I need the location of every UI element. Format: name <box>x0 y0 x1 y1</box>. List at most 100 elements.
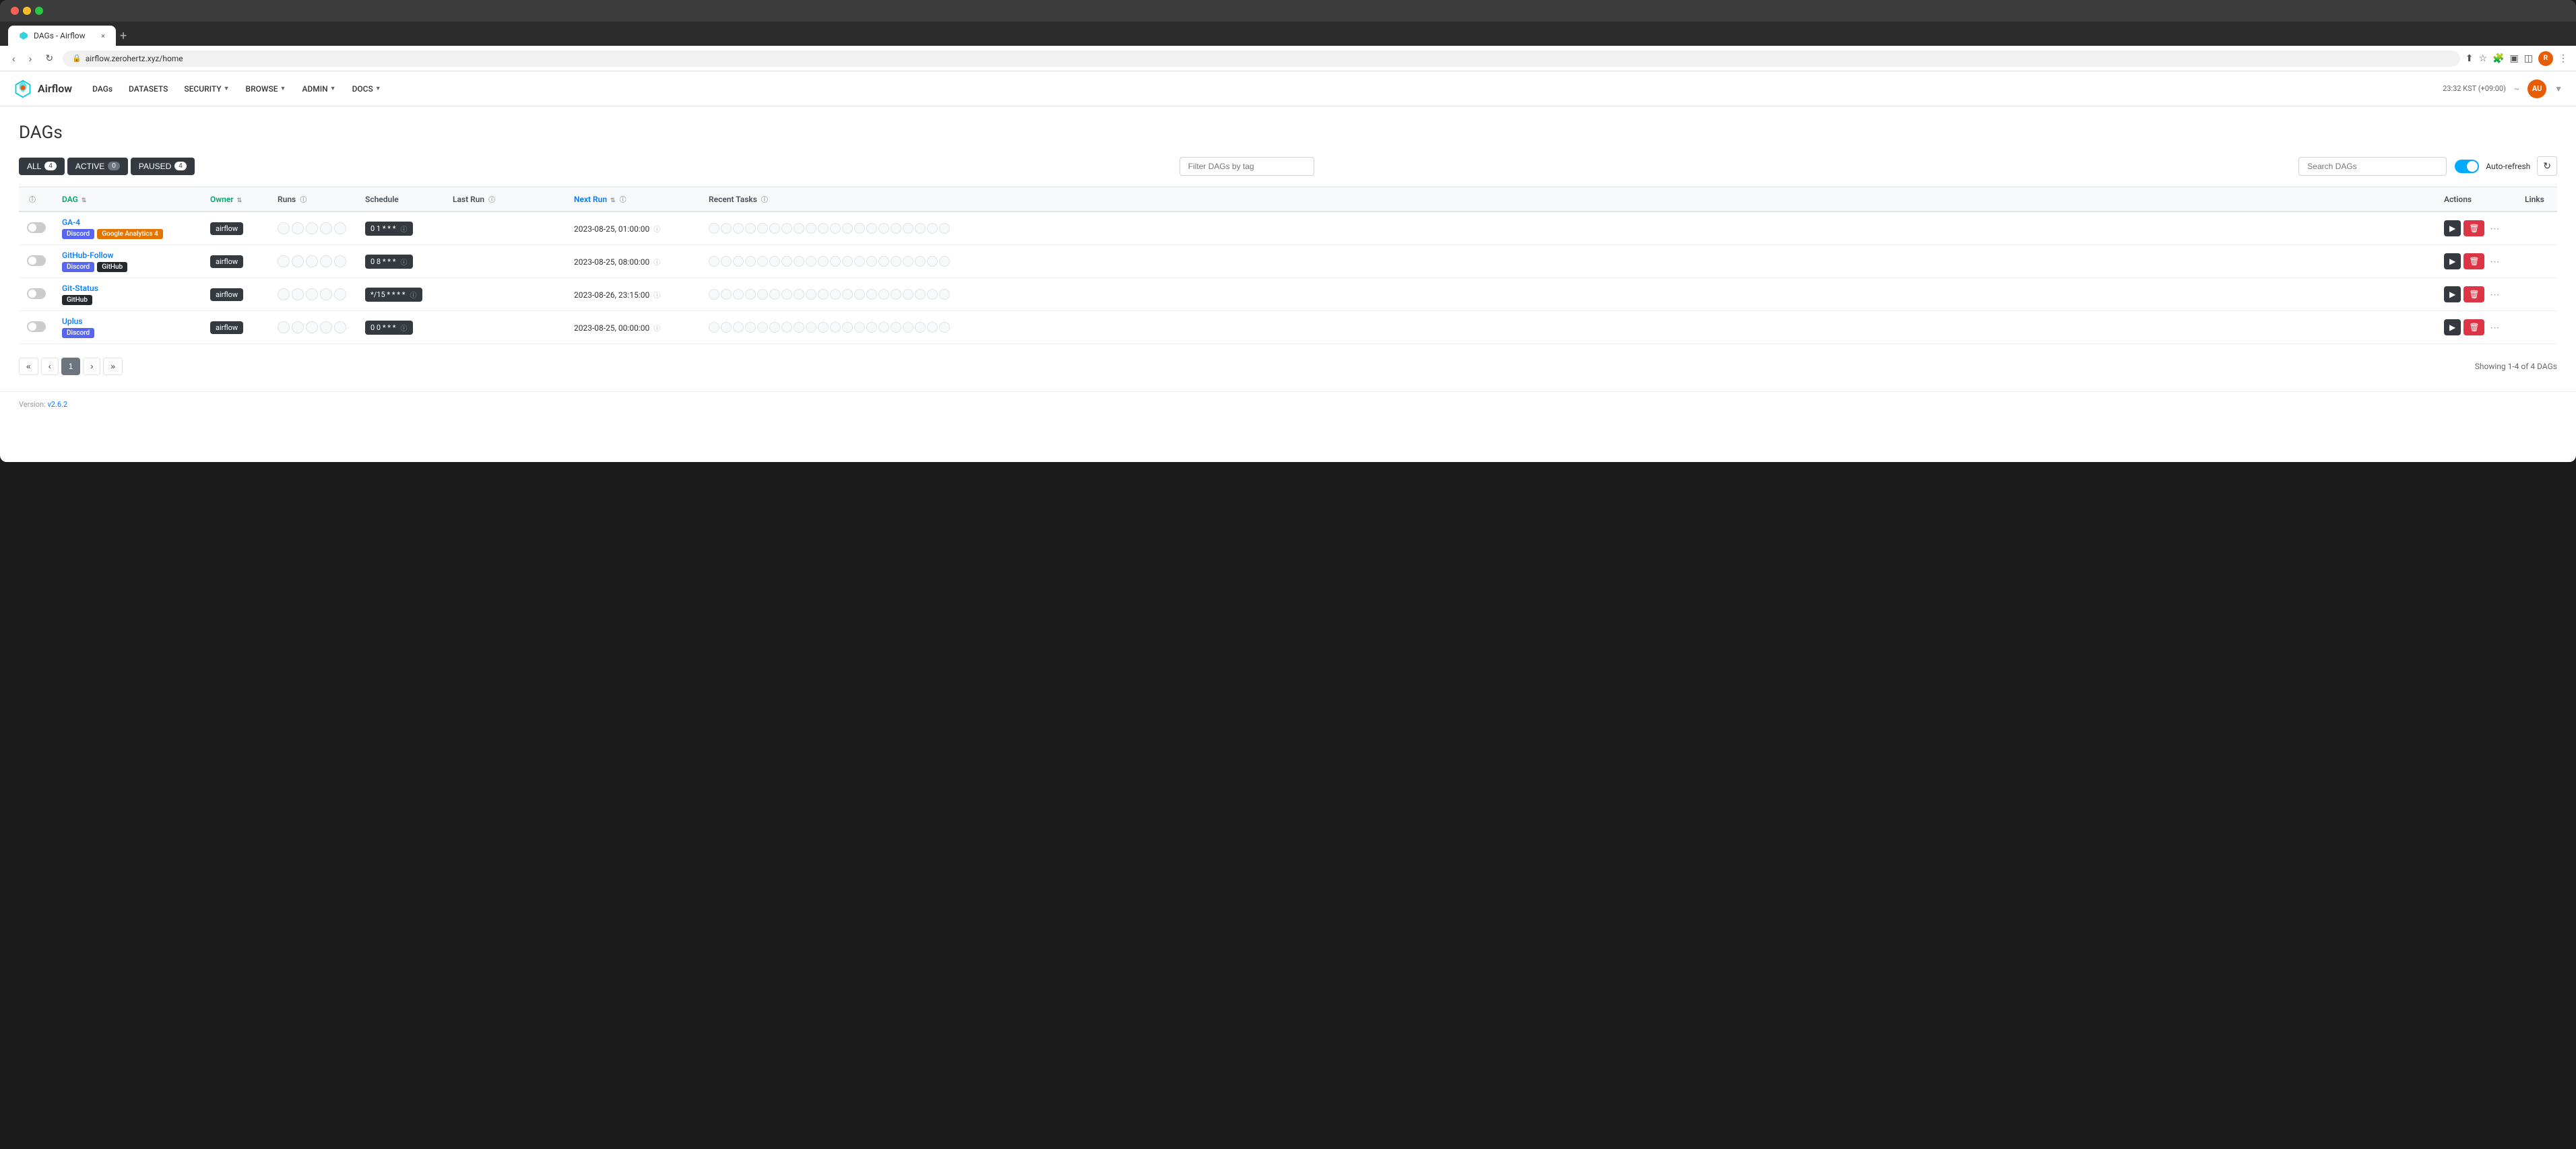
minimize-dot[interactable] <box>23 7 31 15</box>
user-avatar[interactable]: AU <box>2527 79 2546 98</box>
actions-cell: ▶ 🗑 ⋯ <box>2436 311 2517 344</box>
nav-datasets[interactable]: DATASETS <box>122 80 174 98</box>
nextrun-row-info-icon[interactable]: ⓘ <box>653 325 660 333</box>
more-button[interactable]: ⋯ <box>2487 289 2502 300</box>
run-circle <box>320 288 332 300</box>
dag-enable-toggle[interactable] <box>27 222 46 233</box>
dag-name-link[interactable]: Git-Status <box>62 284 194 293</box>
task-circle <box>757 223 768 234</box>
auto-refresh-toggle[interactable] <box>2455 160 2479 173</box>
filter-tab-all[interactable]: ALL 4 <box>19 158 65 175</box>
tag-discord[interactable]: Discord <box>62 229 94 239</box>
more-options-button[interactable]: ⋮ <box>2558 53 2568 64</box>
task-circle <box>709 289 719 300</box>
sidebar-button[interactable]: ◫ <box>2524 53 2533 64</box>
prev-page-button[interactable]: ‹ <box>41 358 59 375</box>
user-dropdown-arrow[interactable]: ▼ <box>2554 84 2563 94</box>
nextrun-row-info-icon[interactable]: ⓘ <box>653 226 660 234</box>
tag-github[interactable]: GitHub <box>97 262 127 272</box>
profile-avatar[interactable]: R <box>2538 51 2553 66</box>
next-page-button[interactable]: › <box>83 358 100 375</box>
version-link[interactable]: v2.6.2 <box>47 400 67 409</box>
toggle-knob <box>28 224 36 232</box>
more-button[interactable]: ⋯ <box>2487 322 2502 333</box>
nextrun-info-icon[interactable]: ⓘ <box>620 197 626 204</box>
play-button[interactable]: ▶ <box>2444 286 2461 302</box>
nextrun-row-info-icon[interactable]: ⓘ <box>653 292 660 300</box>
task-circle <box>842 289 853 300</box>
recenttasks-info-icon[interactable]: ⓘ <box>761 197 768 204</box>
reload-button[interactable]: ↻ <box>41 50 57 67</box>
schedule-info-icon[interactable]: ⓘ <box>401 257 408 267</box>
dag-name-link[interactable]: GitHub-Follow <box>62 251 194 260</box>
dag-enable-toggle[interactable] <box>27 255 46 266</box>
task-circle <box>721 322 732 333</box>
schedule-info-icon[interactable]: ⓘ <box>401 224 408 234</box>
task-circle <box>927 322 938 333</box>
last-page-button[interactable]: » <box>103 358 123 375</box>
search-input[interactable] <box>2298 157 2447 176</box>
delete-button[interactable]: 🗑 <box>2464 319 2484 335</box>
refresh-button[interactable]: ↻ <box>2537 156 2557 176</box>
url-text: airflow.zerohertz.xyz/home <box>86 54 183 63</box>
url-bar[interactable]: 🔒 airflow.zerohertz.xyz/home <box>63 51 2460 67</box>
tag-ga4[interactable]: Google Analytics 4 <box>97 229 163 239</box>
active-tab[interactable]: DAGs - Airflow × <box>8 26 116 46</box>
table-info-icon[interactable]: ⓘ <box>29 197 36 204</box>
th-owner[interactable]: Owner ⇅ <box>202 187 269 212</box>
task-circle <box>830 256 841 267</box>
nav-admin[interactable]: ADMIN ▼ <box>295 80 342 98</box>
th-dag[interactable]: DAG ⇅ <box>54 187 202 212</box>
recenttasks-cell <box>701 278 2436 311</box>
schedule-info-icon[interactable]: ⓘ <box>410 290 417 300</box>
tab-close-button[interactable]: × <box>101 32 105 40</box>
new-tab-button[interactable]: + <box>120 29 127 43</box>
tag-filter-input[interactable] <box>1180 157 1314 176</box>
play-button[interactable]: ▶ <box>2444 220 2461 236</box>
more-button[interactable]: ⋯ <box>2487 223 2502 234</box>
delete-button[interactable]: 🗑 <box>2464 220 2484 236</box>
dag-name-link[interactable]: Uplus <box>62 317 194 326</box>
play-button[interactable]: ▶ <box>2444 253 2461 269</box>
runs-info-icon[interactable]: ⓘ <box>300 197 307 204</box>
close-dot[interactable] <box>11 7 19 15</box>
back-button[interactable]: ‹ <box>8 51 20 67</box>
tag-github[interactable]: GitHub <box>62 295 92 305</box>
task-circle <box>842 322 853 333</box>
extensions-button[interactable]: 🧩 <box>2492 53 2504 64</box>
more-button[interactable]: ⋯ <box>2487 256 2502 267</box>
nav-browse[interactable]: BROWSE ▼ <box>239 80 293 98</box>
task-circle <box>878 289 889 300</box>
auto-refresh-label: Auto-refresh <box>2486 162 2530 171</box>
nextrun-row-info-icon[interactable]: ⓘ <box>653 259 660 267</box>
bookmark-button[interactable]: ☆ <box>2479 53 2488 64</box>
lastrun-info-icon[interactable]: ⓘ <box>488 197 495 204</box>
tag-discord[interactable]: Discord <box>62 262 94 272</box>
nav-docs[interactable]: DOCS ▼ <box>346 80 388 98</box>
filter-tab-active[interactable]: ACTIVE 0 <box>67 158 128 175</box>
share-button[interactable]: ⬆ <box>2466 53 2474 64</box>
split-view-button[interactable]: ▣ <box>2510 53 2519 64</box>
th-nextrun[interactable]: Next Run ⇅ ⓘ <box>566 187 701 212</box>
first-page-button[interactable]: « <box>19 358 38 375</box>
forward-button[interactable]: › <box>25 51 36 67</box>
task-circle <box>878 322 889 333</box>
delete-button[interactable]: 🗑 <box>2464 286 2484 302</box>
dag-enable-toggle[interactable] <box>27 288 46 299</box>
dag-name-link[interactable]: GA-4 <box>62 218 194 227</box>
delete-button[interactable]: 🗑 <box>2464 253 2484 269</box>
schedule-info-icon[interactable]: ⓘ <box>401 323 408 333</box>
dag-enable-toggle[interactable] <box>27 321 46 332</box>
table-row: Git-Status GitHub airflow <box>19 278 2557 311</box>
all-count-badge: 4 <box>44 162 57 170</box>
nav-dags[interactable]: DAGs <box>86 80 119 98</box>
maximize-dot[interactable] <box>35 7 43 15</box>
tag-discord[interactable]: Discord <box>62 328 94 338</box>
nav-security[interactable]: SECURITY ▼ <box>177 80 236 98</box>
task-circle <box>927 223 938 234</box>
current-page-button[interactable]: 1 <box>61 358 81 375</box>
filter-tab-paused[interactable]: PAUSED 4 <box>131 158 195 175</box>
task-circle <box>721 256 732 267</box>
play-button[interactable]: ▶ <box>2444 319 2461 335</box>
dag-tags: Discord Google Analytics 4 <box>62 229 194 239</box>
